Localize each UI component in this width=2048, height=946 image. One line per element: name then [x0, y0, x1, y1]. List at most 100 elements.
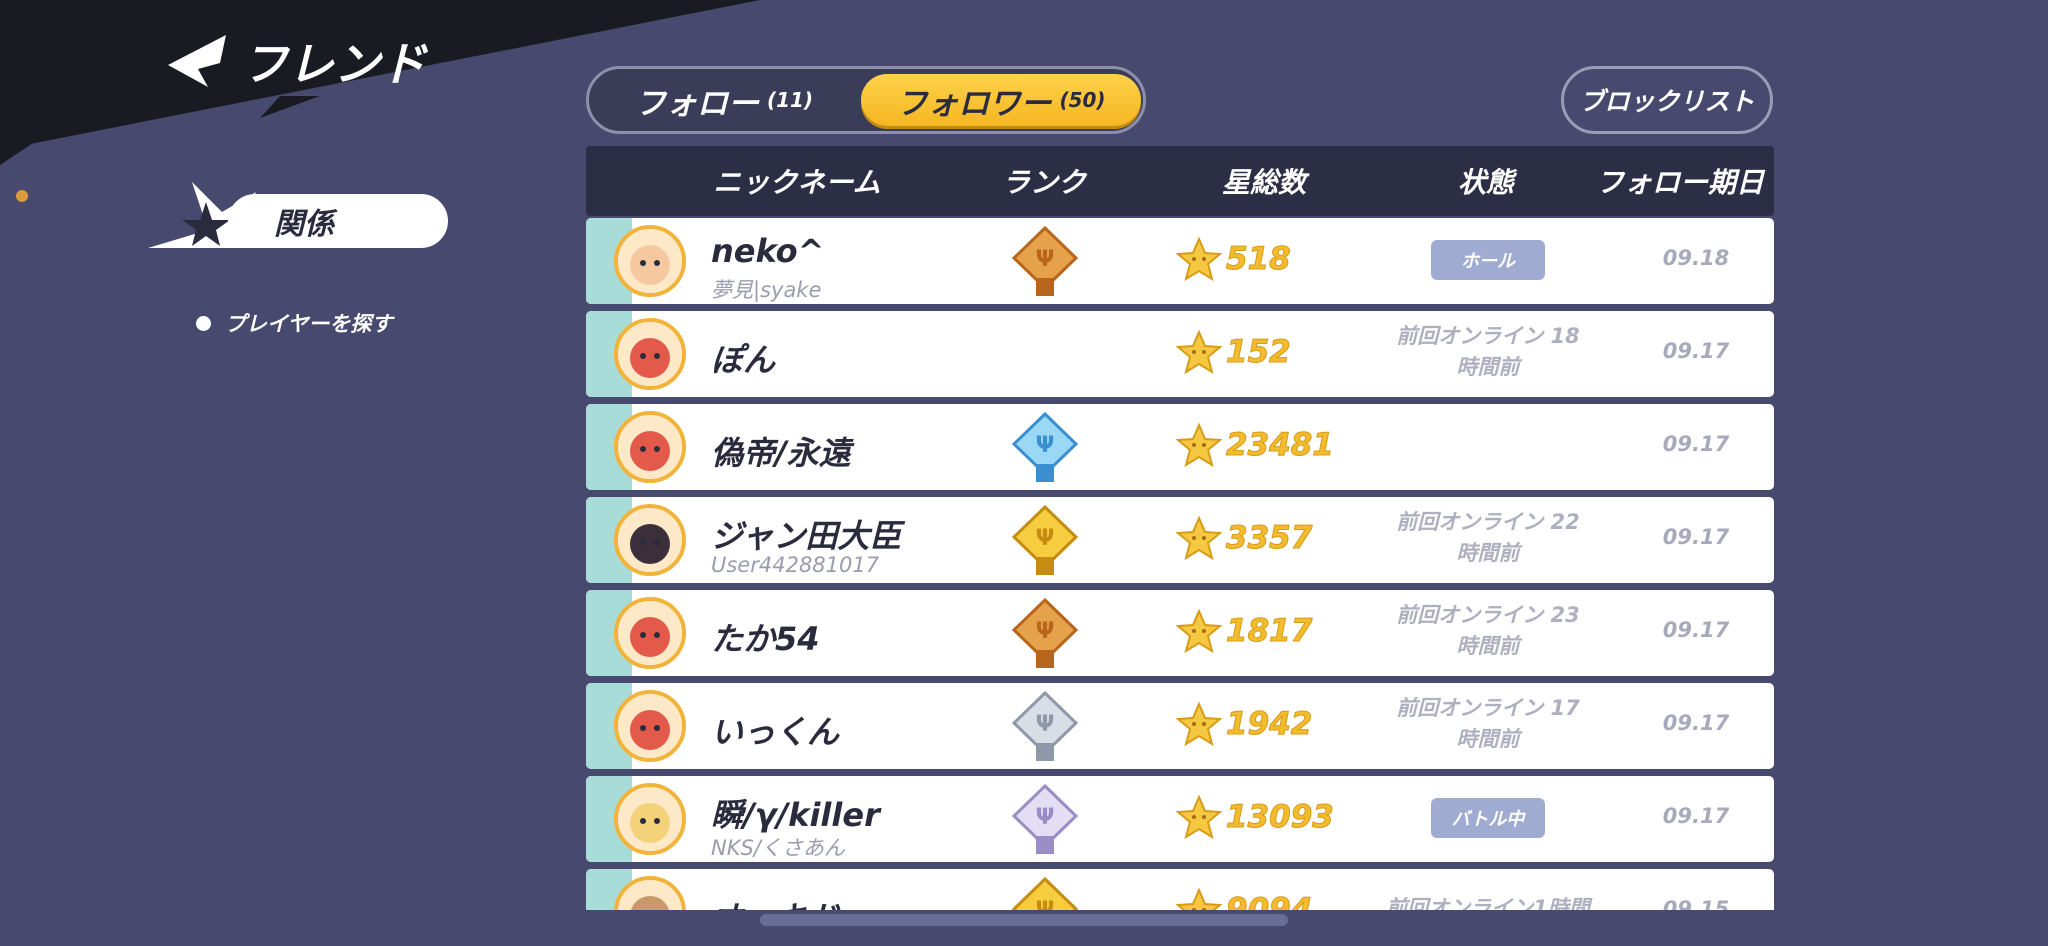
follow-date: 09.17	[1662, 525, 1730, 549]
svg-text:Ψ: Ψ	[1036, 433, 1055, 458]
star-icon	[1176, 422, 1222, 468]
friend-row[interactable]: ぽん 152 前回オンライン 18 時間前 09.17	[586, 311, 1774, 397]
nickname: neko^	[711, 232, 825, 270]
follow-date: 09.17	[1662, 432, 1730, 456]
tab-follow[interactable]: フォロー (11)	[619, 74, 829, 126]
follow-tabs: フォロー (11) フォロワー (50)	[586, 66, 1146, 134]
star-count: 518	[1176, 236, 1291, 282]
status-badge: ホール	[1431, 240, 1545, 280]
avatar[interactable]	[614, 690, 686, 762]
svg-text:Ψ: Ψ	[1036, 712, 1055, 737]
status-text: 前回オンライン 18 時間前	[1396, 324, 1580, 379]
star-total: 152	[1226, 334, 1292, 371]
back-arrow-icon	[168, 35, 226, 87]
star-total: 3357	[1225, 520, 1313, 557]
svg-text:Ψ: Ψ	[1036, 805, 1055, 830]
star-icon	[1176, 794, 1222, 840]
avatar[interactable]	[614, 597, 686, 669]
avatar[interactable]	[614, 411, 686, 483]
star-total: 23481	[1226, 427, 1335, 464]
sub-name: User442881017	[711, 553, 880, 577]
nickname: 瞬/γ/killer	[711, 796, 880, 834]
rank-icon: Ψ	[1010, 876, 1080, 910]
star-total: 13093	[1226, 799, 1335, 836]
rank-icon: Ψ	[1010, 411, 1080, 484]
tab-follower[interactable]: フォロワー (50)	[861, 74, 1141, 126]
col-stars: 星総数	[1221, 166, 1306, 199]
block-list-button[interactable]: ブロックリスト	[1561, 66, 1773, 134]
col-status: 状態	[1457, 166, 1514, 199]
status-text: 前回オンライン 22 時間前	[1396, 510, 1580, 565]
svg-text:Ψ: Ψ	[1036, 619, 1055, 644]
avatar[interactable]	[614, 318, 686, 390]
status-badge: バトル中	[1431, 798, 1545, 838]
star-count: 1817	[1176, 608, 1313, 654]
avatar[interactable]	[614, 783, 686, 855]
follow-date: 09.17	[1662, 804, 1730, 828]
nickname: ジャン田大臣	[711, 517, 902, 555]
friend-row[interactable]: neko^ 夢見|syake Ψ 518 ホール 09.18	[586, 218, 1774, 304]
status-text: 前回オンライン1時間以内	[1386, 896, 1590, 910]
friend-row[interactable]: ジャン田大臣 User442881017 Ψ 3357 前回オンライン 22 時間前 09.…	[586, 497, 1774, 583]
sub-name: NKS/くさあん	[711, 836, 845, 860]
friend-row[interactable]: オーキド Ψ 9094 前回オンライン1時間以内 09.15	[586, 869, 1774, 910]
star-count: 9094	[1176, 887, 1313, 911]
table-header: ニックネーム ランク 星総数 状態 フォロー期日	[586, 146, 1774, 216]
nickname: たか54	[711, 620, 820, 658]
star-count: 23481	[1176, 422, 1334, 468]
follow-date: 09.15	[1662, 897, 1730, 910]
star-total: 1942	[1225, 706, 1313, 743]
tab-follow-label: フォロー	[634, 85, 759, 122]
star-icon	[1176, 608, 1222, 654]
sidebar-tab-relationship[interactable]: 関係	[148, 178, 448, 248]
col-nickname: ニックネーム	[713, 166, 881, 199]
svg-text:Ψ: Ψ	[1036, 898, 1055, 910]
star-icon	[1176, 329, 1222, 375]
back-button[interactable]: フレンド	[168, 28, 426, 94]
col-rank: ランク	[1001, 166, 1086, 199]
svg-text:Ψ: Ψ	[1036, 526, 1055, 551]
follow-date: 09.18	[1662, 246, 1730, 270]
star-icon	[1176, 701, 1222, 747]
star-total: 9094	[1225, 892, 1313, 911]
friend-row[interactable]: いっくん Ψ 1942 前回オンライン 17 時間前 09.17	[586, 683, 1774, 769]
page-title: フレンド	[242, 37, 426, 91]
follow-date: 09.17	[1662, 618, 1730, 642]
sidebar-tab-label: 関係	[228, 194, 448, 248]
star-total: 518	[1226, 241, 1292, 278]
sidebar-item-label: プレイヤーを探す	[225, 312, 393, 336]
sub-name: 夢見|syake	[711, 278, 822, 302]
tab-follow-count: (11)	[766, 88, 814, 112]
friend-row[interactable]: 瞬/γ/killer NKS/くさあん Ψ 13093 バトル中 09.17	[586, 776, 1774, 862]
star-icon	[1176, 515, 1222, 561]
star-icon	[1176, 236, 1222, 282]
star-count: 152	[1176, 329, 1291, 375]
friend-list: neko^ 夢見|syake Ψ 518 ホール 09.18 ぽん 152 前回オンライン 18…	[586, 218, 1774, 910]
star-total: 1817	[1225, 613, 1313, 650]
star-icon	[1176, 887, 1222, 910]
rank-icon: Ψ	[1010, 690, 1080, 763]
col-follow-date: フォロー期日	[1595, 166, 1764, 199]
avatar[interactable]	[614, 225, 686, 297]
nickname: いっくん	[711, 713, 840, 751]
bullet-icon	[196, 315, 211, 331]
friend-row[interactable]: 偽帝/永遠 Ψ 23481 09.17	[586, 404, 1774, 490]
decorative-dot	[16, 190, 28, 202]
svg-text:Ψ: Ψ	[1036, 247, 1055, 272]
status-text: 前回オンライン 17 時間前	[1396, 696, 1580, 751]
sidebar-item-find-player[interactable]: プレイヤーを探す	[196, 308, 392, 338]
tab-follower-count: (50)	[1059, 88, 1106, 112]
rank-icon: Ψ	[1010, 783, 1080, 856]
nickname: 偽帝/永遠	[711, 434, 851, 472]
scrollbar[interactable]	[760, 914, 1288, 926]
rank-icon: Ψ	[1010, 225, 1080, 298]
nickname: オーキド	[711, 893, 839, 910]
follow-date: 09.17	[1662, 711, 1730, 735]
star-count: 13093	[1176, 794, 1334, 840]
avatar[interactable]	[614, 504, 686, 576]
friend-row[interactable]: たか54 Ψ 1817 前回オンライン 23 時間前 09.17	[586, 590, 1774, 676]
status-text: 前回オンライン 23 時間前	[1396, 603, 1580, 658]
star-count: 1942	[1176, 701, 1313, 747]
star-count: 3357	[1176, 515, 1313, 561]
nickname: ぽん	[711, 341, 776, 379]
